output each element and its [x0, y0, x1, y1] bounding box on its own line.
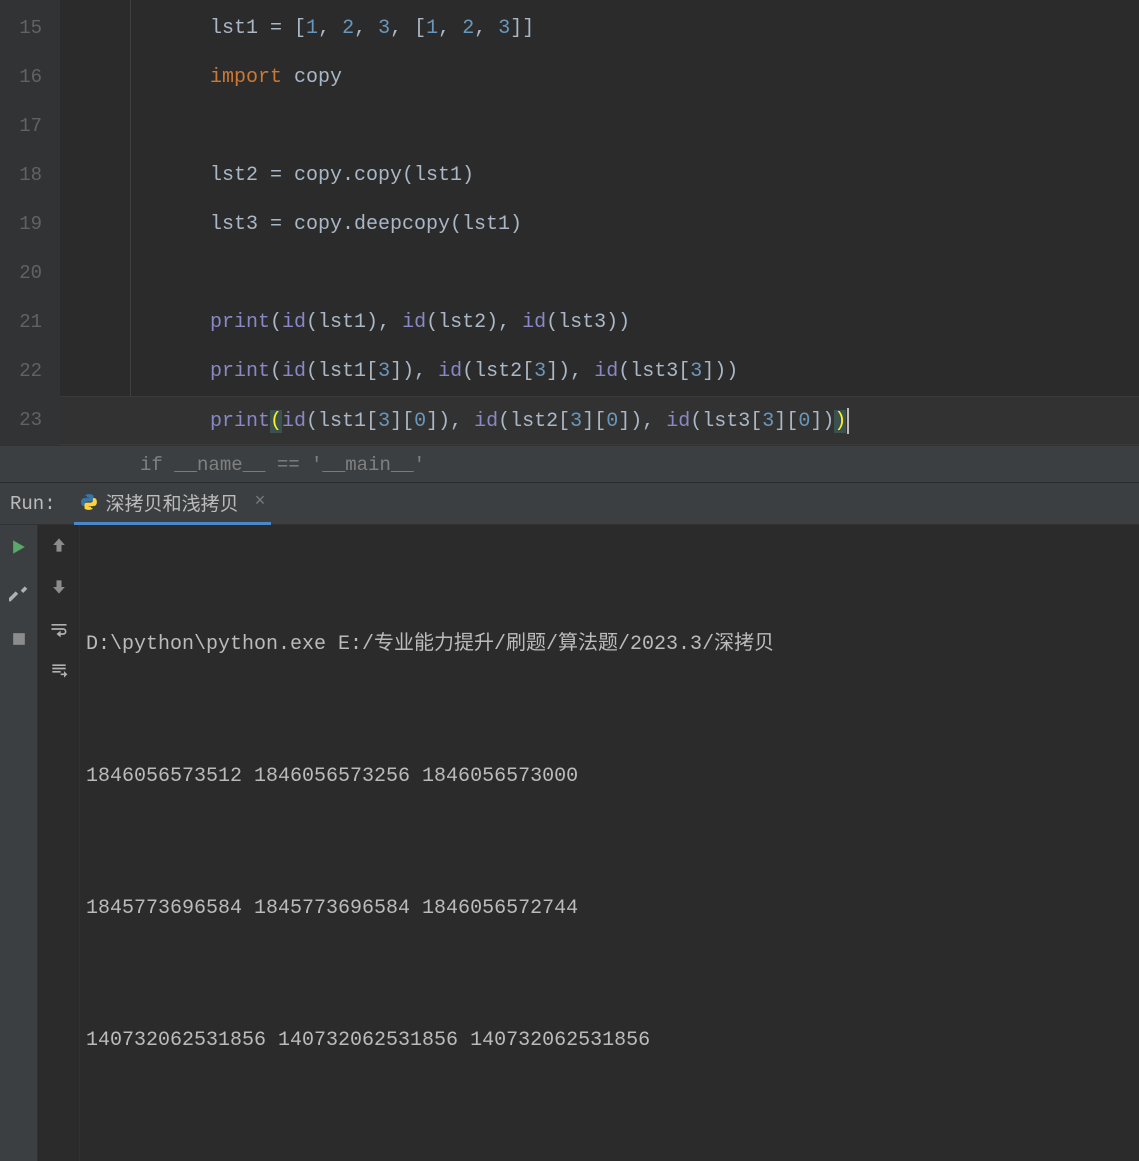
- up-arrow-icon[interactable]: [49, 535, 69, 555]
- run-tool-header: Run: 深拷贝和浅拷贝 ×: [0, 483, 1139, 525]
- close-icon[interactable]: ×: [255, 492, 266, 512]
- console-line: 1846056573512 1846056573256 184605657300…: [86, 755, 1133, 799]
- soft-wrap-icon[interactable]: [49, 619, 69, 639]
- console-output[interactable]: D:\python\python.exe E:/专业能力提升/刷题/算法题/20…: [80, 525, 1139, 1161]
- caret: [847, 408, 849, 434]
- line-number: 23: [0, 396, 42, 445]
- wrench-icon[interactable]: [9, 583, 29, 603]
- run-label: Run:: [10, 493, 56, 515]
- editor-area: 15 16 17 18 19 20 21 22 23 lst1 = [1, 2,…: [0, 0, 1139, 445]
- scroll-to-end-icon[interactable]: [49, 661, 69, 681]
- line-number: 19: [0, 200, 42, 249]
- run-tab[interactable]: 深拷贝和浅拷贝 ×: [74, 483, 272, 525]
- code-line[interactable]: lst1 = [1, 2, 3, [1, 2, 3]]: [60, 4, 1139, 53]
- run-toolbar: [0, 525, 38, 1161]
- code-line[interactable]: print(id(lst1[3]), id(lst2[3]), id(lst3[…: [60, 347, 1139, 396]
- rerun-icon[interactable]: [9, 537, 29, 557]
- code-line[interactable]: lst3 = copy.deepcopy(lst1): [60, 200, 1139, 249]
- code-line[interactable]: print(id(lst1), id(lst2), id(lst3)): [60, 298, 1139, 347]
- line-number: 22: [0, 347, 42, 396]
- console-line: 1845773696584 1845773696584 184605657274…: [86, 887, 1133, 931]
- code-line-current[interactable]: print(id(lst1[3][0]), id(lst2[3][0]), id…: [60, 396, 1139, 445]
- console-line: 140732062531856 140732062531856 14073206…: [86, 1019, 1133, 1063]
- line-number: 20: [0, 249, 42, 298]
- code-line[interactable]: [60, 102, 1139, 151]
- code-pane[interactable]: lst1 = [1, 2, 3, [1, 2, 3]] import copy …: [60, 0, 1139, 445]
- line-number: 18: [0, 151, 42, 200]
- line-number: 17: [0, 102, 42, 151]
- stop-icon[interactable]: [9, 629, 29, 649]
- console-line: D:\python\python.exe E:/专业能力提升/刷题/算法题/20…: [86, 623, 1133, 667]
- line-number: 15: [0, 4, 42, 53]
- run-tab-title: 深拷贝和浅拷贝: [106, 489, 239, 516]
- code-line[interactable]: lst2 = copy.copy(lst1): [60, 151, 1139, 200]
- code-line[interactable]: [60, 249, 1139, 298]
- python-icon: [80, 493, 98, 511]
- down-arrow-icon[interactable]: [49, 577, 69, 597]
- breadcrumb[interactable]: if __name__ == '__main__': [0, 445, 1139, 483]
- gutter: 15 16 17 18 19 20 21 22 23: [0, 0, 60, 445]
- run-body: D:\python\python.exe E:/专业能力提升/刷题/算法题/20…: [0, 525, 1139, 1161]
- line-number: 21: [0, 298, 42, 347]
- console-nav: [38, 525, 80, 1161]
- line-number: 16: [0, 53, 42, 102]
- code-line[interactable]: import copy: [60, 53, 1139, 102]
